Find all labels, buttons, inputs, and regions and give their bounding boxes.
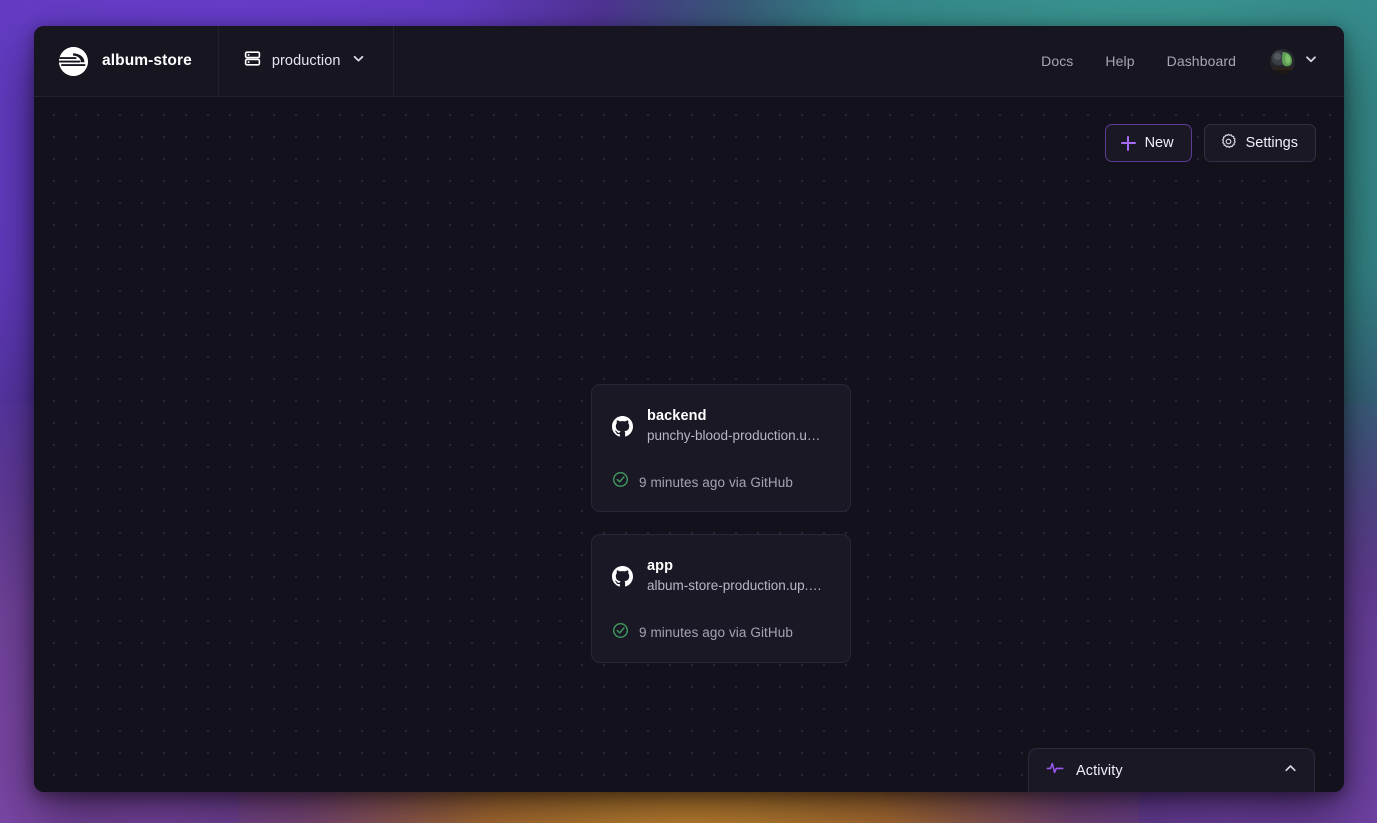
check-circle-icon [612, 622, 629, 644]
avatar [1270, 49, 1295, 74]
project-selector[interactable]: album-store [34, 26, 219, 96]
service-status-row: 9 minutes ago via GitHub [612, 622, 830, 644]
nav-link-docs[interactable]: Docs [1025, 53, 1089, 69]
plus-icon [1121, 136, 1136, 151]
settings-button[interactable]: Settings [1204, 124, 1316, 162]
account-menu[interactable] [1270, 49, 1318, 74]
top-navigation-bar: album-store production Do [34, 26, 1344, 97]
server-stack-icon [244, 50, 261, 72]
topbar-spacer [394, 26, 1026, 96]
service-url-label: punchy-blood-production.u… [647, 427, 825, 446]
environment-selector[interactable]: production [219, 26, 394, 96]
new-button-label: New [1145, 135, 1174, 151]
canvas-action-buttons: New Settings [1105, 124, 1316, 162]
service-card-text: app album-store-production.up.r… [647, 557, 830, 595]
service-card-header: backend punchy-blood-production.u… [612, 407, 830, 445]
service-name-label: backend [647, 407, 830, 427]
chevron-up-icon[interactable] [1283, 761, 1298, 781]
service-card-text: backend punchy-blood-production.u… [647, 407, 830, 445]
project-canvas: New Settings [34, 97, 1344, 792]
project-name-label: album-store [102, 52, 192, 70]
topbar-right-group: Docs Help Dashboard [1025, 26, 1344, 96]
service-status-label: 9 minutes ago via GitHub [639, 475, 793, 490]
service-card[interactable]: backend punchy-blood-production.u… 9 min… [591, 384, 851, 512]
github-icon [612, 416, 633, 437]
github-icon [612, 566, 633, 587]
chevron-down-icon [352, 52, 365, 70]
activity-label: Activity [1076, 763, 1123, 779]
service-card-header: app album-store-production.up.r… [612, 557, 830, 595]
service-name-label: app [647, 557, 830, 577]
service-url-label: album-store-production.up.r… [647, 577, 825, 596]
settings-button-label: Settings [1246, 135, 1298, 151]
service-card[interactable]: app album-store-production.up.r… 9 minut… [591, 534, 851, 662]
new-button[interactable]: New [1105, 124, 1192, 162]
environment-name-label: production [272, 53, 341, 69]
service-status-row: 9 minutes ago via GitHub [612, 471, 830, 493]
nav-link-help[interactable]: Help [1089, 53, 1150, 69]
desktop-backdrop: album-store production Do [0, 0, 1377, 823]
chevron-down-icon [1304, 52, 1318, 71]
service-status-label: 9 minutes ago via GitHub [639, 625, 793, 640]
nav-link-dashboard[interactable]: Dashboard [1151, 53, 1252, 69]
pulse-activity-icon [1046, 759, 1064, 782]
activity-panel-toggle[interactable]: Activity [1028, 748, 1315, 792]
gear-icon [1220, 133, 1237, 154]
check-circle-icon [612, 471, 629, 493]
railway-logo-icon [59, 47, 88, 76]
app-window: album-store production Do [34, 26, 1344, 792]
service-card-list: backend punchy-blood-production.u… 9 min… [591, 384, 851, 663]
